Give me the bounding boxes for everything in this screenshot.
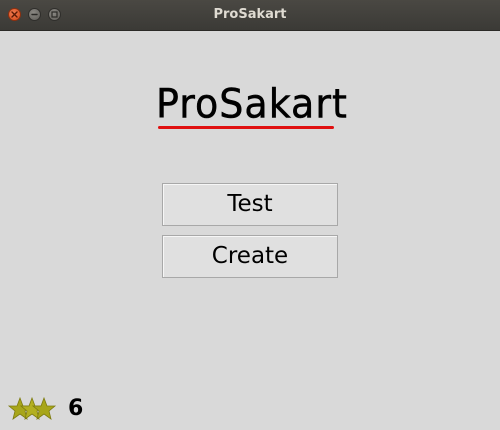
create-button[interactable]: Create — [162, 235, 338, 278]
logo-underline — [158, 126, 334, 129]
app-logo: ProSakart — [150, 80, 350, 136]
stars-icon — [7, 396, 57, 420]
title-bar: ProSakart — [0, 0, 500, 31]
score-count: 6 — [68, 396, 84, 421]
logo-text: ProSakart — [156, 80, 348, 128]
app-window: ProSakart ProSakart Test Create 6 — [0, 0, 500, 430]
window-title: ProSakart — [213, 7, 287, 22]
test-button[interactable]: Test — [162, 183, 338, 226]
